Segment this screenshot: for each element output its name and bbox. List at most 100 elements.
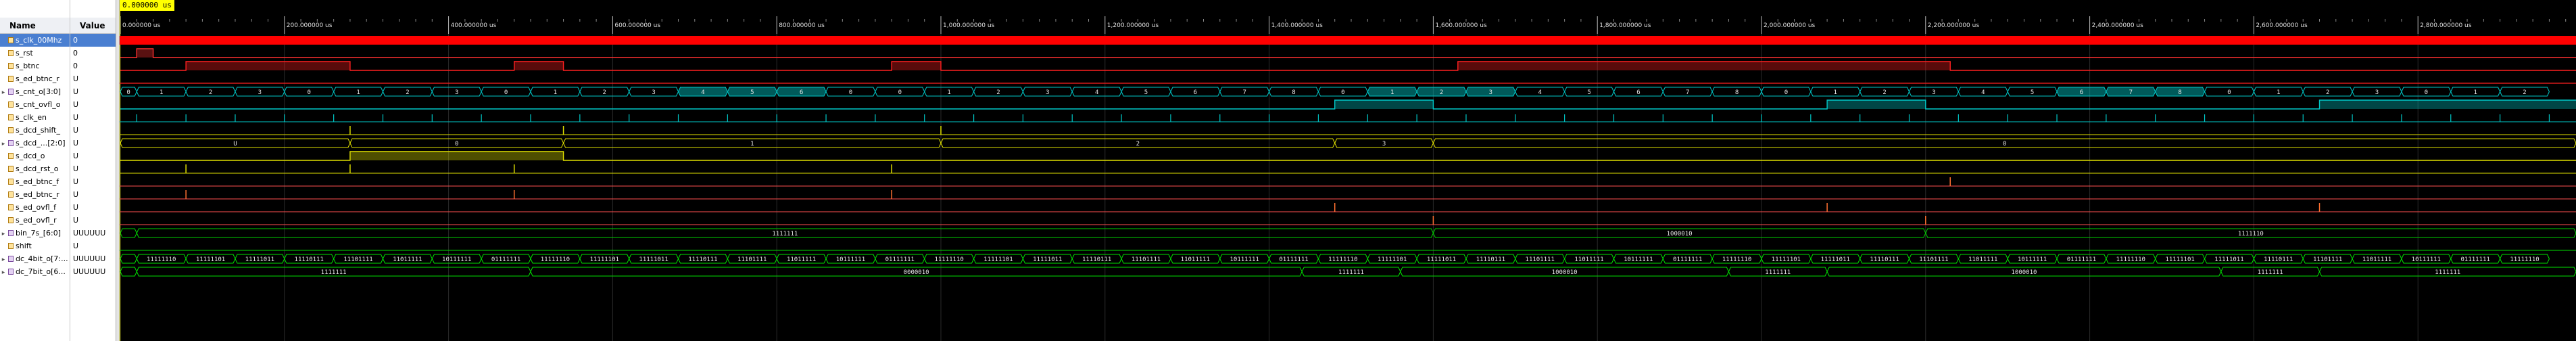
dc4-bus-label: 11101111 [1919,256,1948,263]
cnt-bus-label: 6 [2080,89,2083,96]
cnt-bus-label: 1 [947,89,950,96]
expand-arrow-icon[interactable]: ▸ [0,228,7,240]
cursor-time-marker[interactable]: 0.000000 us [120,0,174,11]
cnt-bus-label: 0 [898,89,902,96]
signal-row[interactable]: ▸ s_dcd_...[2:0] [0,137,70,150]
signal-row[interactable]: ▸ bin_7s_[6:0] [0,227,70,240]
signal-row[interactable]: s_rst [0,47,70,60]
signal-name: dc_7bit_o[6... [16,267,66,276]
cnt-bus-label: 3 [1932,89,1935,96]
expand-arrow-icon[interactable]: ▸ [0,87,7,98]
signal-value: U [73,152,79,160]
signal-row[interactable]: s_dcd_rst_o [0,162,70,175]
name-column-header[interactable]: Name [0,18,70,34]
bus-signal-icon [8,89,14,95]
tick-label: 1,400.000000 us [1271,22,1323,29]
dcd-state-bus-label: 2 [1136,141,1140,147]
tick-label: 2,000.000000 us [1764,22,1816,29]
dc4-bus-label: 11111101 [1772,256,1801,263]
tick-label: 1,000.000000 us [943,22,995,29]
signal-row[interactable]: s_clk_en [0,111,70,124]
cnt-bus-label: 2 [996,89,1000,96]
dc4-bus-label: 10111111 [2018,256,2047,263]
dc4-bus-label: 11111110 [2116,256,2145,263]
tick-label: 600.000000 us [614,22,660,29]
signal-row[interactable]: s_ed_btnc_r [0,72,70,85]
dcd-state-bus-label: 0 [455,141,458,147]
clk-waveform [120,36,2576,45]
tick-label: 2,600.000000 us [2256,22,2308,29]
dc4-bus-label: 11110111 [295,256,324,263]
expand-arrow-icon[interactable]: ▸ [0,254,7,265]
rst-waveform [120,48,2576,58]
cnt-bus-label: 7 [2129,89,2133,96]
signal-row[interactable]: ▸ s_cnt_o[3:0] [0,85,70,98]
cnt-ovfl-waveform-fill [1334,100,1434,109]
dc4-bus-label: 11111011 [639,256,668,263]
cnt-bus-label: 5 [750,89,754,96]
cnt-bus-label: 3 [2375,89,2379,96]
tick-label: 2,800.000000 us [2420,22,2472,29]
cnt-bus-label: 0 [1784,89,1788,96]
cnt-bus-label: 2 [2326,89,2329,96]
dc4-bus-label: 11110111 [2264,256,2293,263]
signal-row[interactable]: s_ed_ovfl_r [0,214,70,227]
signal-row[interactable]: s_clk_00Mhz [0,34,70,47]
cnt-bus-label: 8 [1292,89,1295,96]
signal-name: s_btnc [16,62,40,70]
signal-row[interactable]: s_ed_btnc_f [0,175,70,188]
signal-row[interactable]: ▸ dc_7bit_o[6... [0,265,70,278]
bit-signal-icon [8,217,14,223]
bin7-bus-label: 1111111 [772,231,798,237]
bit-signal-icon [8,37,14,43]
signal-row[interactable]: shift [0,240,70,252]
bit-signal-icon [8,153,14,159]
waveform-canvas[interactable]: 0.000000 us 200.000000 us 400.000000 us 600… [120,0,2576,341]
signal-row[interactable]: s_ed_ovfl_f [0,201,70,214]
signal-name: s_cnt_ovfl_o [16,100,61,109]
bit-signal-icon [8,179,14,185]
value-column-header[interactable]: Value [70,18,116,34]
signal-value-panel: Value 0 0 0 U U U U U U U U U U U U UUUUUU U UUUUUU UUUUUU [70,0,116,341]
dc4-bus-label: 11110111 [688,256,717,263]
expand-arrow-icon[interactable]: ▸ [0,138,7,150]
signal-name: s_ed_ovfl_f [16,203,57,212]
signal-row[interactable]: s_ed_btnc_r [0,188,70,201]
signal-row[interactable]: ▸ dc_4bit_o[7:... [0,252,70,265]
cnt-ovfl-waveform-fill [1827,100,1926,109]
dc4-bus-label: 01111111 [2067,256,2096,263]
signal-row[interactable]: s_btnc [0,60,70,72]
tick-label: 200.000000 us [287,22,333,29]
signal-value: U [73,190,79,199]
signal-value: U [73,113,79,122]
signal-name: s_cnt_o[3:0] [16,87,62,96]
btnc-waveform-fill [514,62,564,70]
dc4-bus-label: 11101111 [1526,256,1555,263]
signal-value: 0 [73,62,78,70]
signal-row[interactable]: s_dcd_shift_ [0,124,70,137]
signal-name: s_ed_btnc_r [16,190,59,199]
expand-arrow-icon[interactable]: ▸ [0,267,7,278]
bit-signal-icon [8,101,14,108]
waveform-area[interactable]: 0.000000 us 200.000000 us 400.000000 us 600… [120,0,2576,341]
signal-name: s_clk_00Mhz [16,36,62,45]
dc4-bus-label: 11101111 [1132,256,1161,263]
signal-row[interactable]: s_dcd_o [0,150,70,162]
cnt-bus-label: 0 [849,89,852,96]
cnt-bus-label: 2 [603,89,606,96]
bin7-bus-segment [120,228,137,238]
cnt-bus-label: 0 [1341,89,1344,96]
cnt-bus-label: 5 [1144,89,1148,96]
dc4-bus-label: 11111011 [1033,256,1062,263]
cnt-bus-label: 1 [2473,89,2477,96]
cnt-bus-label: 2 [406,89,409,96]
dc4-bus-label: 11011111 [1181,256,1210,263]
bin7-bus-label: 1111110 [2238,231,2264,237]
dc4-bus-label: 11111110 [147,256,176,263]
signal-row[interactable]: s_cnt_ovfl_o [0,98,70,111]
dc7-bus-segment [120,267,137,277]
signal-name: s_dcd_...[2:0] [16,139,66,147]
dc4-bus-label: 11111011 [2214,256,2243,263]
tick-label: 2,200.000000 us [1928,22,1980,29]
signal-name: s_clk_en [16,113,47,122]
